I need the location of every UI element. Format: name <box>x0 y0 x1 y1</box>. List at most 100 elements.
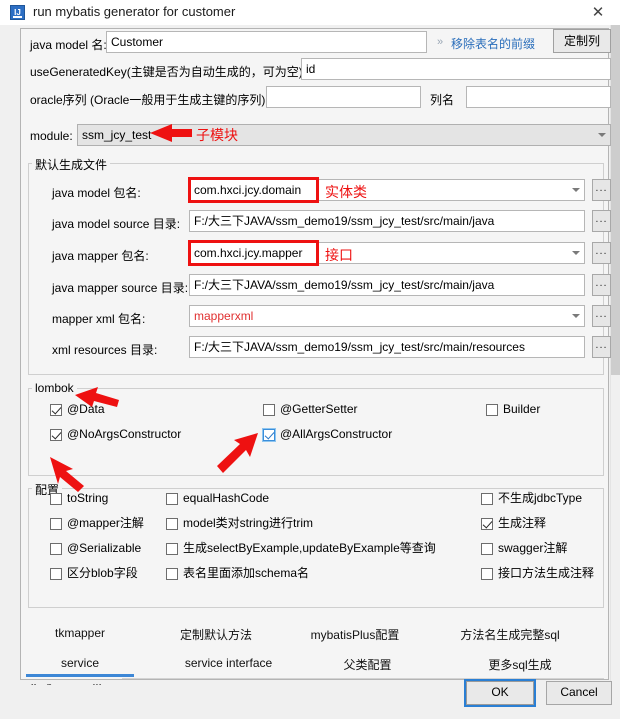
xml-resources-input[interactable]: F:/大三下JAVA/ssm_demo19/ssm_jcy_test/src/m… <box>189 336 585 358</box>
tab-custom-default-methods[interactable]: 定制默认方法 <box>166 626 266 643</box>
xml-resources-browse-button[interactable]: ... <box>592 336 611 358</box>
java-model-source-input[interactable]: F:/大三下JAVA/ssm_demo19/ssm_jcy_test/src/m… <box>189 210 585 232</box>
checkbox-label: equalHashCode <box>183 491 270 505</box>
module-select-value: ssm_jcy_test <box>82 128 152 142</box>
checkbox-distinguish-blob[interactable]: 区分blob字段 <box>50 566 138 581</box>
checkbox-box <box>50 543 62 555</box>
java-model-package-select[interactable]: com.hxci.jcy.domain <box>189 179 585 201</box>
tab-label: service <box>60 656 99 670</box>
use-generated-key-label: useGeneratedKey(主键是否为自动生成的，可为空): <box>30 65 307 79</box>
tab-label: service interface <box>184 656 273 670</box>
java-model-package-value: com.hxci.jcy.domain <box>194 183 302 197</box>
checkbox-label: 接口方法生成注释 <box>498 566 595 580</box>
remove-table-prefix-link[interactable]: 移除表名的前缀 <box>451 35 535 52</box>
tab-method-name-full-sql[interactable]: 方法名生成完整sql <box>445 626 575 643</box>
checkbox-label: @mapper注解 <box>67 516 144 530</box>
java-mapper-package-value: com.hxci.jcy.mapper <box>194 246 303 260</box>
checkbox-box <box>166 543 178 555</box>
java-model-package-label: java model 包名: <box>52 186 141 200</box>
checkbox-interface-method-comment[interactable]: 接口方法生成注释 <box>481 566 594 581</box>
oracle-sequence-label: oracle序列 (Oracle一般用于生成主键的序列) <box>30 93 266 107</box>
checkbox-box <box>481 543 493 555</box>
checkbox-tostring[interactable]: toString <box>50 491 108 506</box>
java-mapper-source-browse-button[interactable]: ... <box>592 274 611 296</box>
checkbox-add-schema-name[interactable]: 表名里面添加schema名 <box>166 566 309 581</box>
tab-service[interactable]: service <box>26 656 134 677</box>
checkbox-box <box>166 493 178 505</box>
tab-tkmapper[interactable]: tkmapper <box>40 626 120 640</box>
checkbox-box <box>166 568 178 580</box>
java-mapper-package-label: java mapper 包名: <box>52 249 149 263</box>
checkbox-no-jdbctype[interactable]: 不生成jdbcType <box>481 491 582 506</box>
chevron-down-icon <box>598 133 606 137</box>
java-mapper-source-input[interactable]: F:/大三下JAVA/ssm_demo19/ssm_jcy_test/src/m… <box>189 274 585 296</box>
module-select[interactable]: ssm_jcy_test <box>77 124 611 146</box>
checkbox-box <box>481 518 493 530</box>
tab-bar-divider <box>122 678 604 679</box>
close-icon[interactable]: ✕ <box>576 0 620 25</box>
checkbox-box <box>50 404 62 416</box>
checkbox-box <box>263 404 275 416</box>
checkbox-model-string-trim[interactable]: model类对string进行trim <box>166 516 313 531</box>
checkbox-data[interactable]: @Data <box>50 402 105 417</box>
java-model-source-browse-button[interactable]: ... <box>592 210 611 232</box>
checkbox-box <box>50 568 62 580</box>
checkbox-swagger-annotation[interactable]: swagger注解 <box>481 541 567 556</box>
checkbox-generate-comments[interactable]: 生成注释 <box>481 516 546 531</box>
dialog-body: java model 名: Customer » 移除表名的前缀 定制列 use… <box>0 25 620 695</box>
checkbox-allargsconstructor[interactable]: @AllArgsConstructor <box>263 427 392 442</box>
use-generated-key-input[interactable]: id <box>301 58 611 80</box>
checkbox-label: 生成注释 <box>498 516 547 530</box>
checkbox-label: 表名里面添加schema名 <box>183 566 310 580</box>
tab-service-interface[interactable]: service interface <box>166 656 291 670</box>
cancel-button[interactable]: Cancel <box>546 681 612 705</box>
mapper-xml-package-value: mapperxml <box>194 309 254 323</box>
active-tab-underline <box>26 674 134 677</box>
model-name-input[interactable]: Customer <box>106 31 427 53</box>
checkbox-noargsconstructor[interactable]: @NoArgsConstructor <box>50 427 181 442</box>
module-label: module: <box>30 129 73 143</box>
checkbox-box <box>166 518 178 530</box>
column-name-input[interactable] <box>466 86 611 108</box>
xml-resources-label: xml resources 目录: <box>52 343 158 357</box>
java-mapper-package-browse-button[interactable]: ... <box>592 242 611 264</box>
java-model-package-browse-button[interactable]: ... <box>592 179 611 201</box>
mapper-xml-package-select[interactable]: mapperxml <box>189 305 585 327</box>
checkbox-label: @NoArgsConstructor <box>67 427 182 441</box>
checkbox-label: @AllArgsConstructor <box>280 427 393 441</box>
scrollbar-thumb[interactable] <box>611 25 620 375</box>
tab-more-sql-generation[interactable]: 更多sql生成 <box>465 656 575 673</box>
checkbox-label: @Serializable <box>67 541 142 555</box>
oracle-sequence-input[interactable] <box>266 86 421 108</box>
checkbox-box <box>50 429 62 441</box>
tab-label: mybatisPlus配置 <box>310 628 400 642</box>
java-mapper-package-select[interactable]: com.hxci.jcy.mapper <box>189 242 585 264</box>
ok-button[interactable]: OK <box>464 679 536 707</box>
tab-label: tkmapper <box>54 626 106 640</box>
checkbox-label: 不生成jdbcType <box>498 491 583 505</box>
tab-mybatisplus-config[interactable]: mybatisPlus配置 <box>300 626 410 643</box>
vertical-scrollbar[interactable] <box>610 25 620 685</box>
checkbox-box <box>481 493 493 505</box>
tab-label: 更多sql生成 <box>488 658 552 672</box>
checkbox-equalhashcode[interactable]: equalHashCode <box>166 491 269 506</box>
checkbox-builder[interactable]: Builder <box>486 402 540 417</box>
mapper-xml-package-label: mapper xml 包名: <box>52 312 146 326</box>
checkbox-gettersetter[interactable]: @GetterSetter <box>263 402 358 417</box>
chevron-right-icon: » <box>437 36 444 48</box>
checkbox-label: swagger注解 <box>498 541 568 555</box>
intellij-idea-icon: IJ <box>10 5 25 20</box>
checkbox-box <box>263 429 275 441</box>
custom-columns-button[interactable]: 定制列 <box>553 29 611 53</box>
checkbox-generate-byexample[interactable]: 生成selectByExample,updateByExample等查询 <box>166 541 436 556</box>
mapper-xml-package-browse-button[interactable]: ... <box>592 305 611 327</box>
tab-label: 方法名生成完整sql <box>460 628 560 642</box>
chevron-down-icon <box>572 251 580 255</box>
tab-label: 父类配置 <box>343 658 392 672</box>
lombok-group-title: lombok <box>32 381 77 395</box>
tab-parent-class-config[interactable]: 父类配置 <box>325 656 410 673</box>
checkbox-mapper-annotation[interactable]: @mapper注解 <box>50 516 144 531</box>
checkbox-box <box>50 493 62 505</box>
checkbox-serializable[interactable]: @Serializable <box>50 541 141 556</box>
tab-label: 定制默认方法 <box>179 628 252 642</box>
